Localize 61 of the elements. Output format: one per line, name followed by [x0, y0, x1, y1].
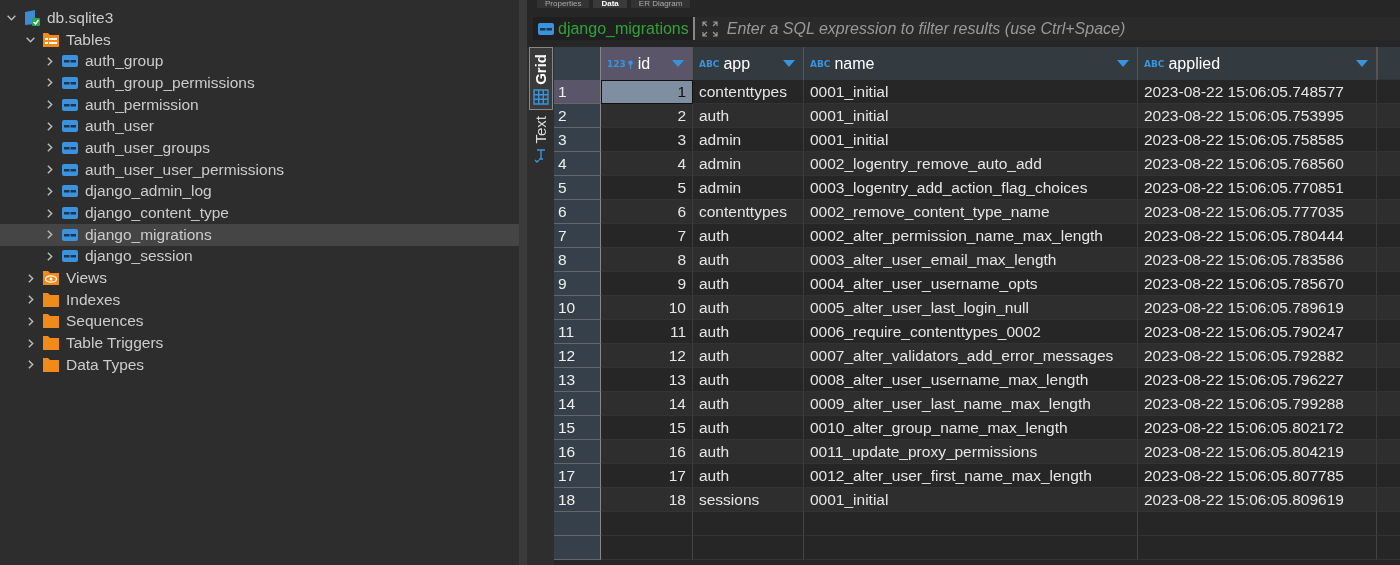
tree-item[interactable]: auth_user [0, 115, 519, 138]
folder-icon [42, 290, 60, 309]
row-number[interactable]: 9 [554, 272, 601, 296]
tree-item[interactable]: django_migrations [0, 223, 519, 246]
row-number[interactable]: 16 [554, 440, 601, 464]
folder-icon [42, 312, 60, 331]
row-number[interactable]: 8 [554, 248, 601, 272]
tree-item[interactable]: auth_permission [0, 93, 519, 116]
sort-caret-icon[interactable] [783, 59, 795, 68]
row-number[interactable]: 14 [554, 392, 601, 416]
row-number[interactable]: 11 [554, 320, 601, 344]
sort-caret-icon[interactable] [1356, 59, 1368, 68]
tree-item[interactable]: django_content_type [0, 202, 519, 224]
database-icon [23, 8, 41, 27]
view-tab[interactable]: Grid [528, 47, 553, 110]
tree-item[interactable]: Table Triggers [0, 332, 519, 354]
row-number[interactable]: 18 [554, 488, 601, 512]
column-type: ABC [810, 58, 831, 69]
tree-item[interactable]: django_session [0, 245, 519, 268]
column-type: ABC [699, 58, 720, 69]
column-header[interactable]: 123 id [601, 47, 693, 80]
row-number[interactable]: 1 [554, 80, 601, 104]
row-number[interactable]: 4 [554, 152, 601, 176]
editor-tab[interactable]: Data [593, 0, 627, 8]
folder-icon [42, 355, 60, 374]
tree-item[interactable]: auth_user_groups [0, 137, 519, 159]
folder-icon [42, 334, 60, 353]
grid-icon [532, 88, 549, 105]
table-list-icon [42, 30, 60, 49]
table-name: django_migrations [558, 19, 689, 38]
tree-item[interactable]: Indexes [0, 288, 519, 311]
row-number[interactable]: 3 [554, 128, 601, 152]
expand-icon[interactable] [700, 19, 719, 38]
sort-caret-icon[interactable] [1117, 59, 1129, 68]
row-number[interactable]: 12 [554, 344, 601, 368]
row-number[interactable]: 13 [554, 368, 601, 392]
tree-item[interactable]: Tables [0, 28, 519, 51]
eye-folder-icon [42, 269, 60, 288]
editor-tab[interactable]: ER Diagram [630, 0, 691, 8]
tree-item[interactable]: django_admin_log [0, 180, 519, 203]
column-type: ABC [1144, 58, 1165, 69]
key-icon [626, 59, 634, 69]
tree-item[interactable]: auth_group [0, 50, 519, 73]
row-number[interactable]: 10 [554, 296, 601, 320]
view-tab[interactable]: Text [529, 109, 552, 168]
row-number[interactable]: 17 [554, 464, 601, 488]
editor-tab[interactable]: Properties [537, 0, 590, 8]
tree-item[interactable]: db.sqlite3 [0, 7, 519, 29]
row-number[interactable]: 7 [554, 224, 601, 248]
tree-item[interactable]: Sequences [0, 310, 519, 333]
row-number[interactable]: 15 [554, 416, 601, 440]
tree-item[interactable]: auth_group_permissions [0, 72, 519, 94]
tree-item[interactable]: Data Types [0, 354, 519, 376]
table-cell: 1 [601, 80, 693, 104]
tree-item[interactable]: auth_user_user_permissions [0, 158, 519, 181]
row-number[interactable]: 6 [554, 200, 601, 224]
column-type: 123 [607, 58, 626, 69]
tree-item[interactable]: Views [0, 267, 519, 289]
row-number[interactable]: 2 [554, 104, 601, 128]
row-number[interactable]: 5 [554, 176, 601, 200]
header-corner [554, 47, 601, 80]
